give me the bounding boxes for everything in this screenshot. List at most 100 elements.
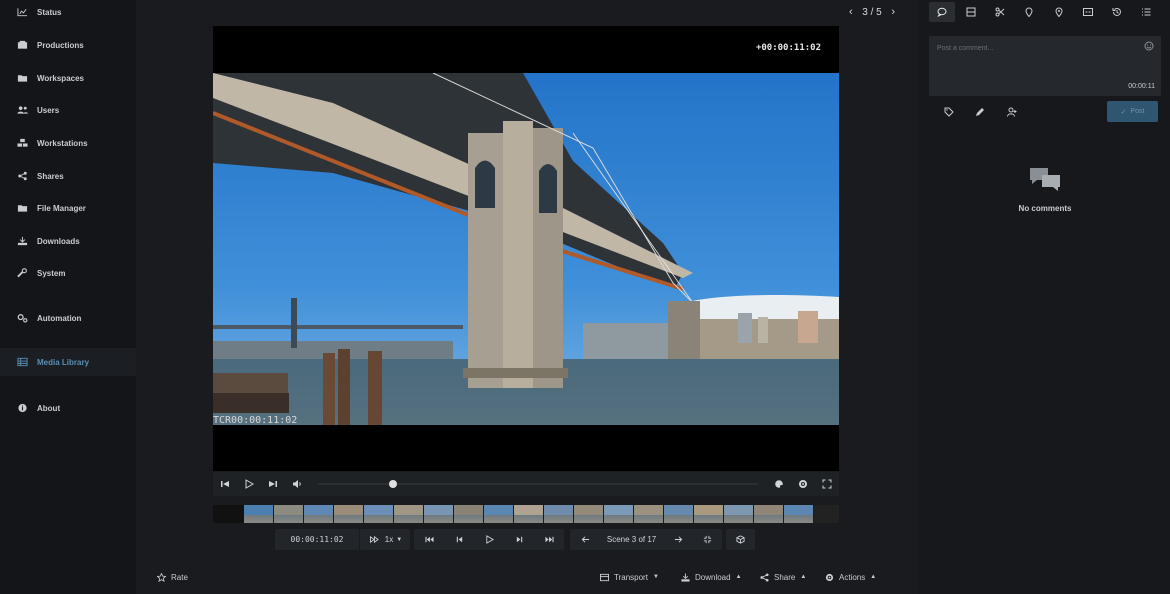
tab-list[interactable]	[1133, 2, 1159, 22]
tag-icon[interactable]	[942, 105, 956, 119]
play-icon	[485, 535, 494, 544]
sidebar-item-productions[interactable]: Productions	[0, 31, 136, 59]
tab-subtitles[interactable]	[1075, 2, 1101, 22]
filmstrip-frame	[364, 505, 394, 523]
folder-icon	[16, 73, 28, 83]
tab-markers-alt[interactable]	[1046, 2, 1072, 22]
sidebar-item-label: File Manager	[37, 203, 86, 213]
skip-back-button[interactable]	[422, 533, 436, 547]
tab-clips[interactable]	[987, 2, 1013, 22]
sidebar-item-status[interactable]: Status	[0, 0, 136, 26]
filmstrip-frame	[784, 505, 814, 523]
sidebar-item-workspaces[interactable]: Workspaces	[0, 64, 136, 92]
sidebar-item-about[interactable]: About	[0, 394, 136, 422]
sidebar-item-label: Productions	[37, 40, 84, 50]
check-icon: ✓	[1120, 108, 1127, 116]
share-label: Share	[774, 572, 796, 582]
sidebar-item-media-library[interactable]: Media Library	[0, 348, 136, 376]
filmstrip-frame	[604, 505, 634, 523]
sidebar-item-label: Media Library	[37, 357, 90, 367]
playback-rate-select[interactable]: 1x ▼	[360, 529, 410, 550]
actions-label: Actions	[839, 572, 866, 582]
settings-button[interactable]	[791, 472, 815, 496]
tab-history[interactable]	[1104, 2, 1130, 22]
fast-forward-icon	[368, 533, 382, 547]
palette-button[interactable]	[767, 472, 791, 496]
add-user-icon[interactable]	[1005, 105, 1019, 119]
scrubber-handle[interactable]	[388, 480, 397, 488]
actions-menu-button[interactable]: Actions ▲	[825, 570, 876, 584]
frame-navigation	[414, 529, 564, 550]
tab-metadata[interactable]	[958, 2, 984, 22]
comments-icon	[1030, 168, 1060, 191]
tcr-overlay: TCR00:00:11:02	[213, 415, 298, 426]
tab-markers[interactable]	[1016, 2, 1042, 22]
sidebar-item-workstations[interactable]: Workstations	[0, 129, 136, 157]
scrubber-track[interactable]	[318, 480, 758, 488]
location-pin-icon	[1025, 7, 1033, 17]
sidebar-item-downloads[interactable]: Downloads	[0, 227, 136, 255]
gear-icon	[825, 573, 834, 581]
list-icon	[1141, 8, 1151, 16]
scene-navigation: Scene 3 of 17	[570, 529, 722, 550]
caret-up-icon: ▲	[735, 574, 742, 580]
arrow-right-icon[interactable]	[671, 533, 685, 547]
filmstrip-frame	[334, 505, 364, 523]
caret-up-icon: ▲	[800, 574, 807, 580]
skip-end-button[interactable]	[261, 472, 285, 496]
play-button-transport[interactable]	[482, 533, 496, 547]
sidebar-item-file-manager[interactable]: File Manager	[0, 194, 136, 222]
rate-button[interactable]: Rate	[157, 570, 188, 584]
filmstrip-frame	[274, 505, 304, 523]
tab-comments[interactable]	[929, 2, 955, 22]
filmstrip-frame	[574, 505, 604, 523]
skip-start-button[interactable]	[213, 472, 237, 496]
sidebar-item-automation[interactable]: Automation	[0, 304, 136, 332]
download-menu-button[interactable]: Download ▲	[681, 570, 742, 584]
arrow-left-icon[interactable]	[578, 533, 592, 547]
filmstrip-frame	[514, 505, 544, 523]
filmstrip-frame	[664, 505, 694, 523]
media-library-icon	[16, 357, 28, 367]
filmstrip-frame	[424, 505, 454, 523]
skip-forward-button[interactable]	[542, 533, 556, 547]
comment-box: 00:00:11	[929, 36, 1161, 96]
pencil-icon[interactable]	[973, 105, 987, 119]
download-icon	[16, 236, 28, 246]
sidebar-item-users[interactable]: Users	[0, 96, 136, 124]
chevron-right-icon[interactable]: ›	[891, 6, 895, 18]
step-forward-icon	[516, 536, 522, 543]
step-back-button[interactable]	[452, 533, 466, 547]
compress-icon[interactable]	[700, 533, 714, 547]
skip-forward-icon	[544, 536, 554, 543]
transport-label: Transport	[614, 572, 648, 582]
star-icon	[157, 572, 166, 582]
sidebar-item-label: Status	[37, 7, 62, 17]
comment-input[interactable]	[937, 41, 1137, 55]
pager-label: 3 / 5	[862, 6, 882, 18]
volume-button[interactable]	[285, 472, 309, 496]
package-button[interactable]	[726, 529, 755, 550]
fullscreen-icon	[822, 479, 832, 489]
video-player[interactable]: +00:00:11:02 TCR00:00:11:02	[213, 26, 839, 471]
timecode-display[interactable]: 00:00:11:02	[275, 529, 359, 550]
share-menu-button[interactable]: Share ▲	[760, 570, 806, 584]
skip-back-icon	[424, 536, 434, 543]
post-button[interactable]: ✓ Post	[1107, 101, 1158, 122]
step-forward-button[interactable]	[512, 533, 526, 547]
play-button[interactable]	[237, 472, 261, 496]
transport-menu-button[interactable]: Transport ▼	[600, 570, 659, 584]
emoji-icon[interactable]	[1144, 41, 1155, 52]
filmstrip[interactable]	[213, 505, 839, 523]
transport-icon	[600, 573, 609, 581]
sidebar-item-system[interactable]: System	[0, 259, 136, 287]
playback-rate-value: 1x	[384, 535, 394, 544]
filmstrip-frame	[394, 505, 424, 523]
chevron-left-icon[interactable]: ‹	[849, 6, 853, 18]
fullscreen-button[interactable]	[815, 472, 839, 496]
play-icon	[245, 479, 254, 489]
timecode-value: 00:00:11:02	[290, 535, 344, 544]
sidebar-item-label: Workspaces	[37, 73, 84, 83]
sidebar-item-shares[interactable]: Shares	[0, 162, 136, 190]
caret-up-icon: ▲	[870, 574, 877, 580]
